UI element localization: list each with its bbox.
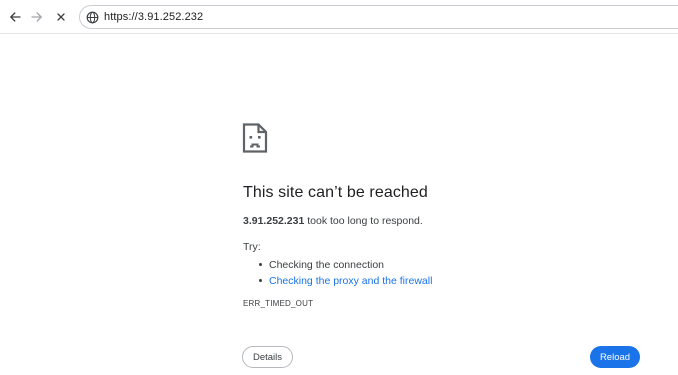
stop-button[interactable] — [52, 8, 70, 26]
arrow-left-icon — [10, 12, 21, 22]
error-host: 3.91.252.231 — [243, 215, 305, 227]
globe-icon[interactable] — [86, 11, 99, 24]
error-code: ERR_TIMED_OUT — [243, 299, 314, 308]
forward-button[interactable] — [28, 8, 46, 26]
try-label: Try: — [243, 241, 261, 253]
close-icon — [57, 13, 65, 21]
suggestion-list: Checking the connection Checking the pro… — [259, 257, 432, 289]
browser-toolbar: https://3.91.252.232 — [0, 0, 678, 34]
details-button[interactable]: Details — [242, 346, 293, 368]
check-proxy-link[interactable]: Checking the proxy and the firewall — [269, 275, 432, 287]
error-title: This site can’t be reached — [243, 184, 428, 201]
reload-button[interactable]: Reload — [590, 346, 640, 368]
url-text[interactable]: https://3.91.252.232 — [104, 11, 203, 24]
sad-document-icon — [242, 123, 268, 153]
error-summary: 3.91.252.231 took too long to respond. — [243, 215, 423, 228]
arrow-right-icon — [31, 12, 42, 22]
suggestion-check-proxy: Checking the proxy and the firewall — [259, 273, 432, 289]
address-bar[interactable]: https://3.91.252.232 — [79, 5, 678, 29]
error-message: took too long to respond. — [304, 215, 423, 227]
suggestion-check-connection: Checking the connection — [259, 257, 432, 273]
back-button[interactable] — [6, 8, 24, 26]
